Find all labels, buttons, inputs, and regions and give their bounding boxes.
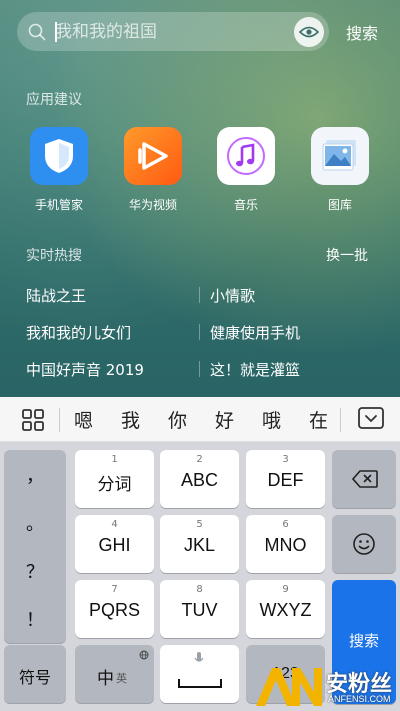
key-number: 9: [282, 584, 289, 595]
visual-search-button[interactable]: [294, 17, 324, 47]
trending-item[interactable]: 这！就是灌篮: [210, 359, 300, 380]
emoji-key[interactable]: [332, 515, 396, 573]
key-1[interactable]: 1 分词: [75, 450, 154, 508]
candidate-word[interactable]: 你: [168, 406, 187, 433]
key-label: TUV: [181, 600, 218, 620]
key-label: 分词: [97, 475, 132, 495]
divider: [199, 287, 200, 303]
trending-item[interactable]: 健康使用手机: [210, 322, 300, 343]
key-number: 3: [282, 454, 289, 465]
candidate-word[interactable]: 哦: [262, 406, 281, 433]
enter-key-label: 搜索: [348, 632, 379, 650]
space-key[interactable]: [160, 645, 239, 703]
punct-key[interactable]: ！: [4, 606, 66, 632]
key-label: GHI: [98, 535, 131, 555]
trending-title: 实时热搜: [26, 248, 82, 264]
candidate-word[interactable]: 在: [309, 406, 328, 433]
divider: [199, 361, 200, 377]
app-suggestions: 手机管家 华为视频 音乐 图库: [0, 124, 400, 214]
backspace-key[interactable]: [332, 450, 396, 508]
app-gallery[interactable]: 图库: [300, 124, 380, 213]
key-8[interactable]: 8 TUV: [160, 580, 239, 638]
search-icon: [28, 23, 46, 41]
app-label: 手机管家: [34, 198, 83, 212]
search-button[interactable]: 搜索: [346, 20, 378, 44]
punctuation-column[interactable]: ， 。 ？ ！: [4, 450, 66, 643]
key-label: DEF: [267, 470, 304, 490]
punct-key[interactable]: ，: [4, 462, 66, 488]
divider: [199, 324, 200, 340]
app-label: 音乐: [233, 198, 258, 212]
key-label: JKL: [183, 535, 216, 555]
play-icon: [124, 127, 182, 185]
candidate-bar: 嗯 我 你 好 哦 在: [0, 397, 400, 442]
smiley-icon: [353, 533, 375, 555]
key-number: 8: [196, 584, 203, 595]
key-number: 1: [111, 454, 118, 465]
symbols-key[interactable]: 符号: [4, 645, 66, 703]
globe-icon: [139, 650, 149, 660]
key-7[interactable]: 7 PQRS: [75, 580, 154, 638]
punct-key[interactable]: 。: [4, 510, 66, 536]
eye-icon: [299, 26, 319, 38]
refresh-button[interactable]: 换一批: [326, 245, 368, 265]
lang-sub-label: 英: [116, 672, 127, 685]
trending-item[interactable]: 小情歌: [210, 285, 255, 306]
search-input[interactable]: [55, 12, 285, 51]
symbols-label: 符号: [18, 668, 51, 687]
collapse-keyboard-icon[interactable]: [358, 407, 384, 431]
trending-item[interactable]: 我和我的儿女们: [26, 322, 131, 343]
key-5[interactable]: 5 JKL: [160, 515, 239, 573]
app-label: 华为视频: [128, 198, 177, 212]
key-label: ABC: [180, 470, 218, 490]
app-label: 图库: [327, 198, 352, 212]
key-label: PQRS: [88, 600, 140, 620]
trending-item[interactable]: 陆战之王: [26, 285, 86, 306]
app-phone-manager[interactable]: 手机管家: [19, 124, 99, 213]
trending-item[interactable]: 中国好声音 2019: [26, 359, 144, 380]
key-number: 5: [196, 519, 203, 530]
key-number: 4: [111, 519, 118, 530]
watermark: 安粉丝 ANFENSI.COM: [252, 664, 398, 708]
divider: [340, 408, 341, 432]
backspace-icon: [352, 470, 378, 488]
key-6[interactable]: 6 MNO: [246, 515, 325, 573]
candidate-word[interactable]: 嗯: [74, 406, 93, 433]
space-bar-icon: [178, 679, 222, 688]
app-huawei-video[interactable]: 华为视频: [113, 124, 193, 213]
punct-key[interactable]: ？: [4, 558, 66, 584]
text-cursor: [55, 22, 57, 42]
candidate-word[interactable]: 我: [121, 406, 140, 433]
divider: [59, 408, 60, 432]
music-note-icon: [217, 127, 275, 185]
app-suggestions-title: 应用建议: [26, 92, 82, 108]
key-number: 7: [111, 584, 118, 595]
key-9[interactable]: 9 WXYZ: [246, 580, 325, 638]
search-panel: 搜索 应用建议 手机管家 华为视频: [0, 0, 400, 397]
candidate-word[interactable]: 好: [215, 406, 234, 433]
watermark-logo: [256, 668, 322, 706]
search-bar[interactable]: [17, 12, 329, 51]
key-4[interactable]: 4 GHI: [75, 515, 154, 573]
key-3[interactable]: 3 DEF: [246, 450, 325, 508]
microphone-icon: [194, 652, 204, 662]
app-music[interactable]: 音乐: [206, 124, 286, 213]
watermark-sub: ANFENSI.COM: [328, 694, 391, 704]
grid-menu-icon[interactable]: [22, 409, 44, 431]
key-2[interactable]: 2 ABC: [160, 450, 239, 508]
language-switch-key[interactable]: 中 英: [75, 645, 154, 703]
key-label: MNO: [264, 535, 307, 555]
lang-label: 中: [97, 669, 114, 689]
key-label: WXYZ: [259, 600, 312, 620]
key-number: 6: [282, 519, 289, 530]
key-number: 2: [196, 454, 203, 465]
shield-icon: [30, 127, 88, 185]
gallery-icon: [311, 127, 369, 185]
